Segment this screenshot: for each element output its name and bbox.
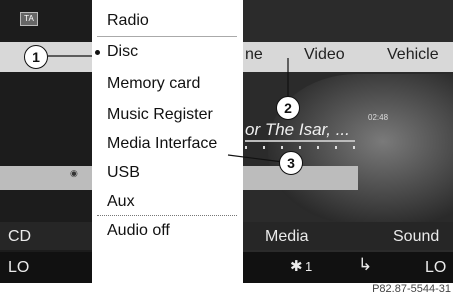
display-screen: TA ne Video Vehicle or The Isar, ... 02:… bbox=[0, 0, 453, 283]
figure-code: P82.87-5544-31 bbox=[372, 283, 451, 295]
callout-2: 2 bbox=[276, 96, 300, 120]
callout-3: 3 bbox=[279, 151, 303, 175]
callout-lines bbox=[48, 55, 289, 163]
callout-1: 1 bbox=[24, 45, 48, 69]
